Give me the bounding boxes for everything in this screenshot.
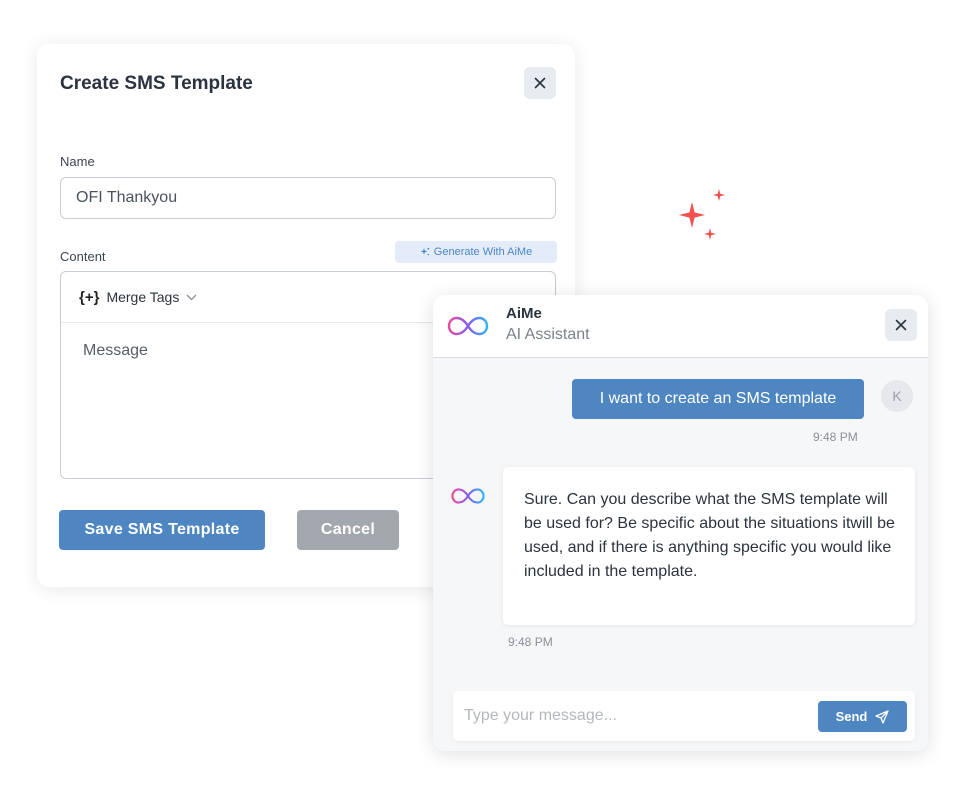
name-input[interactable] <box>60 177 556 219</box>
assistant-name: AiMe <box>506 305 542 322</box>
chat-message-input[interactable] <box>453 691 825 741</box>
assistant-role: AI Assistant <box>506 326 590 343</box>
assistant-message-bubble: Sure. Can you describe what the SMS temp… <box>503 467 915 625</box>
generate-with-aime-button[interactable]: Generate With AiMe <box>395 241 557 263</box>
close-icon <box>895 319 907 331</box>
merge-tags-label: Merge Tags <box>106 289 180 305</box>
paper-plane-icon <box>875 709 890 724</box>
modal-close-button[interactable] <box>524 67 556 99</box>
chat-close-button[interactable] <box>885 309 917 341</box>
send-label: Send <box>835 709 868 724</box>
sparkle-icon <box>420 247 430 256</box>
generate-label: Generate With AiMe <box>433 246 533 258</box>
close-icon <box>534 77 546 89</box>
aime-chat-panel: AiMe AI Assistant I want to create an SM… <box>433 295 928 751</box>
cancel-button[interactable]: Cancel <box>297 510 399 550</box>
assistant-avatar-infinity-icon <box>451 488 485 504</box>
sparkles-icon <box>679 189 725 240</box>
save-sms-template-button[interactable]: Save SMS Template <box>59 510 265 550</box>
chat-header: AiMe AI Assistant <box>433 295 928 358</box>
assistant-message-time: 9:48 PM <box>508 635 553 649</box>
content-label: Content <box>60 249 106 264</box>
send-button[interactable]: Send <box>818 701 907 732</box>
merge-tags-icon: {+} <box>79 288 100 306</box>
user-message-bubble: I want to create an SMS template <box>572 379 864 419</box>
modal-title: Create SMS Template <box>60 73 253 94</box>
chevron-down-icon <box>186 294 197 300</box>
user-message-time: 9:48 PM <box>813 430 858 444</box>
user-avatar: K <box>881 380 913 412</box>
name-label: Name <box>60 154 95 169</box>
message-textarea[interactable]: Message <box>83 342 148 360</box>
infinity-icon <box>447 316 489 336</box>
chat-input-bar: Send <box>453 691 915 741</box>
